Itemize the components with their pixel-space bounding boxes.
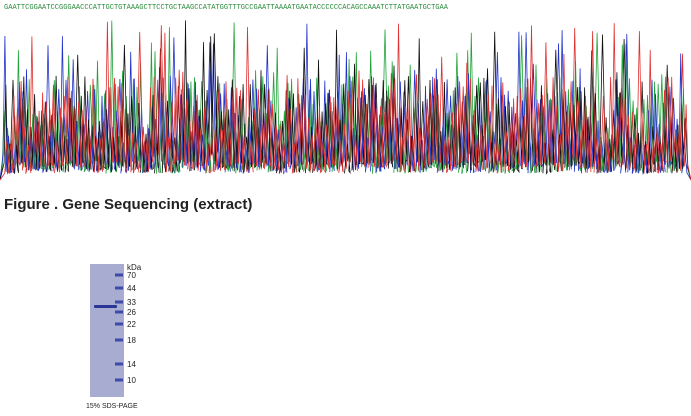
marker-label: 70 — [127, 271, 136, 280]
base-calls-text: GAATTCGGAATCCGGGAACCCATTGCTGTAAAGCTTCCTG… — [4, 4, 449, 12]
gel-footer: 15% SDS-PAGE — [86, 403, 138, 410]
ladder-band — [115, 338, 123, 342]
ladder-band — [115, 310, 123, 314]
marker-label: 44 — [127, 284, 136, 293]
marker-label: 26 — [127, 308, 136, 317]
marker-label: 10 — [127, 376, 136, 385]
ladder-band — [115, 322, 123, 326]
marker-labels: 70 44 3326 22 18 14 10 — [127, 271, 136, 385]
ladder-band — [115, 286, 123, 290]
marker-label: 14 — [127, 360, 136, 369]
marker-label: 22 — [127, 320, 136, 329]
ladder-band — [115, 378, 123, 382]
ladder-band — [115, 300, 123, 304]
ladder-band — [115, 273, 123, 277]
trace-lines — [0, 20, 691, 181]
gel-sample-band — [94, 305, 117, 308]
figure-caption: Figure . Gene Sequencing (extract) — [4, 196, 253, 213]
gel-background — [90, 264, 124, 397]
sequencing-chromatogram: GAATTCGGAATCCGGGAACCCATTGCTGTAAAGCTTCCTG… — [0, 4, 691, 181]
ladder-band — [115, 362, 123, 366]
sds-page-gel: kDa 7044332622181410 15% SDS-PAGE — [86, 263, 142, 410]
marker-label: 18 — [127, 336, 136, 345]
marker-label: 33 — [127, 298, 136, 307]
